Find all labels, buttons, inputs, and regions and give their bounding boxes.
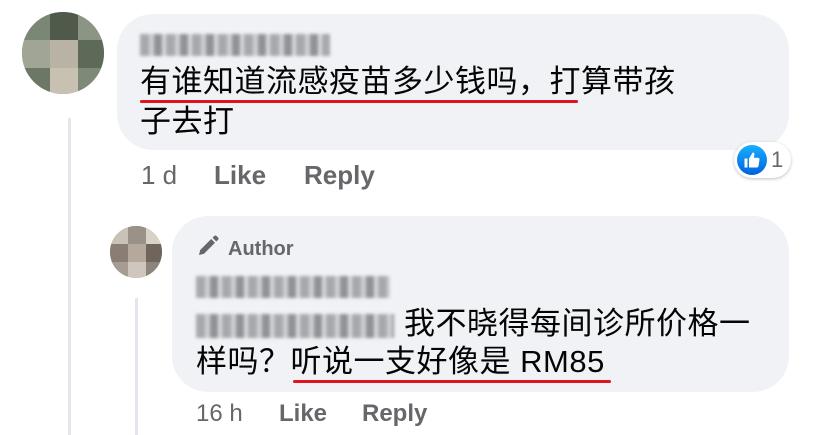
reply-text-underlined: 听说一支好像是 RM85 — [290, 344, 605, 379]
reply-thread-line — [135, 298, 138, 435]
reply-text-prefix: 样吗？ — [196, 344, 291, 379]
like-thumb-icon — [737, 145, 767, 175]
comment-text-underlined: 有谁知道流感疫苗多少钱吗 — [140, 64, 518, 99]
thread-line — [68, 118, 71, 435]
comment-timestamp[interactable]: 1 d — [141, 160, 177, 191]
avatar[interactable] — [22, 12, 104, 94]
comment-text-line-2: 子去打 — [140, 104, 235, 139]
reply-highlight-underline — [293, 380, 611, 383]
reaction-count-label: 1 — [771, 147, 784, 172]
pen-icon — [196, 234, 220, 264]
reply-text-line-2: 样吗？听说一支好像是 RM85 — [196, 344, 605, 380]
reply-author-name[interactable] — [196, 276, 390, 298]
author-badge-label: Author — [228, 237, 294, 260]
comment-text-line-1: 有谁知道流感疫苗多少钱吗，打算带孩 — [140, 64, 676, 100]
reaction-count[interactable]: 1 — [734, 142, 792, 178]
comment-reply-button[interactable]: Reply — [304, 160, 375, 191]
reply-timestamp[interactable]: 16 h — [196, 400, 243, 428]
comment-highlight-underline — [140, 100, 578, 103]
author-badge: Author — [196, 234, 294, 264]
reply-like-button[interactable]: Like — [279, 400, 327, 428]
reply-reply-button[interactable]: Reply — [362, 400, 427, 428]
reply-avatar[interactable] — [110, 226, 162, 278]
comment-text-rest: ，打算带孩 — [518, 64, 676, 99]
reply-text-line-1: 我不晓得每间诊所价格一 — [404, 306, 751, 341]
reply-mention[interactable] — [196, 314, 394, 338]
comment-like-button[interactable]: Like — [214, 160, 266, 191]
comment-author-name[interactable] — [140, 34, 330, 56]
